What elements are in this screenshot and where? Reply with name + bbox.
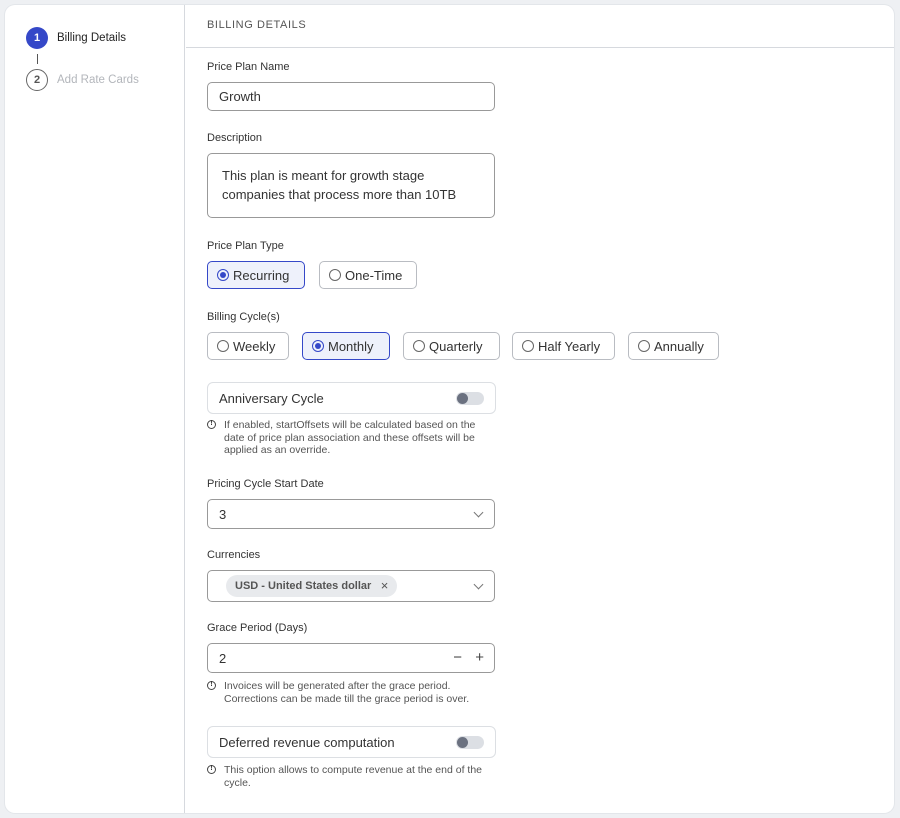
currencies-label: Currencies bbox=[207, 549, 261, 561]
pricing-cycle-start-date-select[interactable]: 3 bbox=[207, 499, 495, 529]
description-label: Description bbox=[207, 132, 263, 144]
radio-unselected-icon bbox=[638, 340, 650, 352]
radio-label: Annually bbox=[654, 338, 704, 354]
chevron-down-icon bbox=[473, 507, 484, 518]
radio-one-time[interactable]: One-Time bbox=[319, 261, 417, 289]
price-plan-type-label: Price Plan Type bbox=[207, 240, 284, 252]
minus-icon[interactable]: − bbox=[453, 649, 462, 666]
radio-label: Half Yearly bbox=[538, 338, 601, 354]
radio-unselected-icon bbox=[522, 340, 534, 352]
close-icon[interactable]: × bbox=[381, 575, 389, 597]
radio-unselected-icon bbox=[329, 269, 341, 281]
form-main: BILLING DETAILS Price Plan Name Growth D… bbox=[186, 5, 894, 813]
deferred-revenue-card: Deferred revenue computation bbox=[207, 726, 496, 758]
anniversary-cycle-label: Anniversary Cycle bbox=[219, 390, 324, 406]
stepper-sidebar: 1 Billing Details 2 Add Rate Cards bbox=[5, 5, 185, 813]
radio-label: Weekly bbox=[233, 338, 276, 354]
select-value: 3 bbox=[219, 507, 227, 522]
hint-text: If enabled, startOffsets will be calcula… bbox=[224, 419, 476, 456]
price-plan-name-input[interactable]: Growth bbox=[207, 82, 495, 111]
currencies-select[interactable]: USD - United States dollar × bbox=[207, 570, 495, 602]
radio-annually[interactable]: Annually bbox=[628, 332, 719, 360]
chip-label: USD - United States dollar bbox=[235, 580, 372, 592]
radio-selected-icon bbox=[217, 269, 229, 281]
radio-label: Monthly bbox=[328, 338, 374, 354]
pricing-cycle-start-date-label: Pricing Cycle Start Date bbox=[207, 478, 324, 490]
currency-chip: USD - United States dollar × bbox=[226, 575, 398, 597]
radio-label: One-Time bbox=[345, 267, 403, 283]
info-icon: ! bbox=[207, 420, 216, 429]
radio-unselected-icon bbox=[217, 340, 229, 352]
anniversary-cycle-card: Anniversary Cycle bbox=[207, 382, 496, 414]
radio-recurring[interactable]: Recurring bbox=[207, 261, 305, 289]
deferred-revenue-label: Deferred revenue computation bbox=[219, 734, 395, 750]
radio-label: Recurring bbox=[233, 267, 290, 283]
radio-label: Quarterly bbox=[429, 338, 483, 354]
radio-unselected-icon bbox=[413, 340, 425, 352]
radio-weekly[interactable]: Weekly bbox=[207, 332, 289, 360]
section-title: BILLING DETAILS bbox=[186, 5, 894, 48]
plus-icon[interactable]: + bbox=[475, 649, 484, 666]
info-icon: ! bbox=[207, 681, 216, 690]
step-billing-details[interactable]: 1 Billing Details bbox=[26, 27, 126, 49]
anniversary-cycle-hint: ! If enabled, startOffsets will be calcu… bbox=[207, 419, 497, 457]
step-label: Add Rate Cards bbox=[57, 74, 139, 86]
chevron-down-icon bbox=[473, 579, 484, 590]
billing-cycles-label: Billing Cycle(s) bbox=[207, 311, 280, 323]
radio-monthly[interactable]: Monthly bbox=[302, 332, 390, 360]
hint-text: Invoices will be generated after the gra… bbox=[224, 680, 470, 705]
step-label: Billing Details bbox=[57, 32, 127, 44]
grace-period-label: Grace Period (Days) bbox=[207, 622, 308, 634]
radio-selected-icon bbox=[312, 340, 324, 352]
info-icon: ! bbox=[207, 765, 216, 774]
step-number: 1 bbox=[26, 27, 48, 49]
description-textarea[interactable]: This plan is meant for growth stage comp… bbox=[207, 153, 495, 218]
price-plan-name-label: Price Plan Name bbox=[207, 61, 290, 73]
billing-details-card: 1 Billing Details 2 Add Rate Cards BILLI… bbox=[5, 5, 894, 813]
grace-period-stepper[interactable]: 2 − + bbox=[207, 643, 495, 673]
hint-text: This option allows to compute revenue at… bbox=[224, 764, 482, 789]
radio-half-yearly[interactable]: Half Yearly bbox=[512, 332, 615, 360]
stepper-value: 2 bbox=[219, 651, 227, 666]
radio-quarterly[interactable]: Quarterly bbox=[403, 332, 500, 360]
deferred-revenue-hint: ! This option allows to compute revenue … bbox=[207, 764, 497, 789]
step-connector bbox=[37, 54, 38, 64]
deferred-revenue-toggle[interactable] bbox=[456, 736, 484, 749]
anniversary-cycle-toggle[interactable] bbox=[456, 392, 484, 405]
step-add-rate-cards[interactable]: 2 Add Rate Cards bbox=[26, 69, 139, 91]
grace-period-hint: ! Invoices will be generated after the g… bbox=[207, 680, 507, 705]
step-number: 2 bbox=[26, 69, 48, 91]
